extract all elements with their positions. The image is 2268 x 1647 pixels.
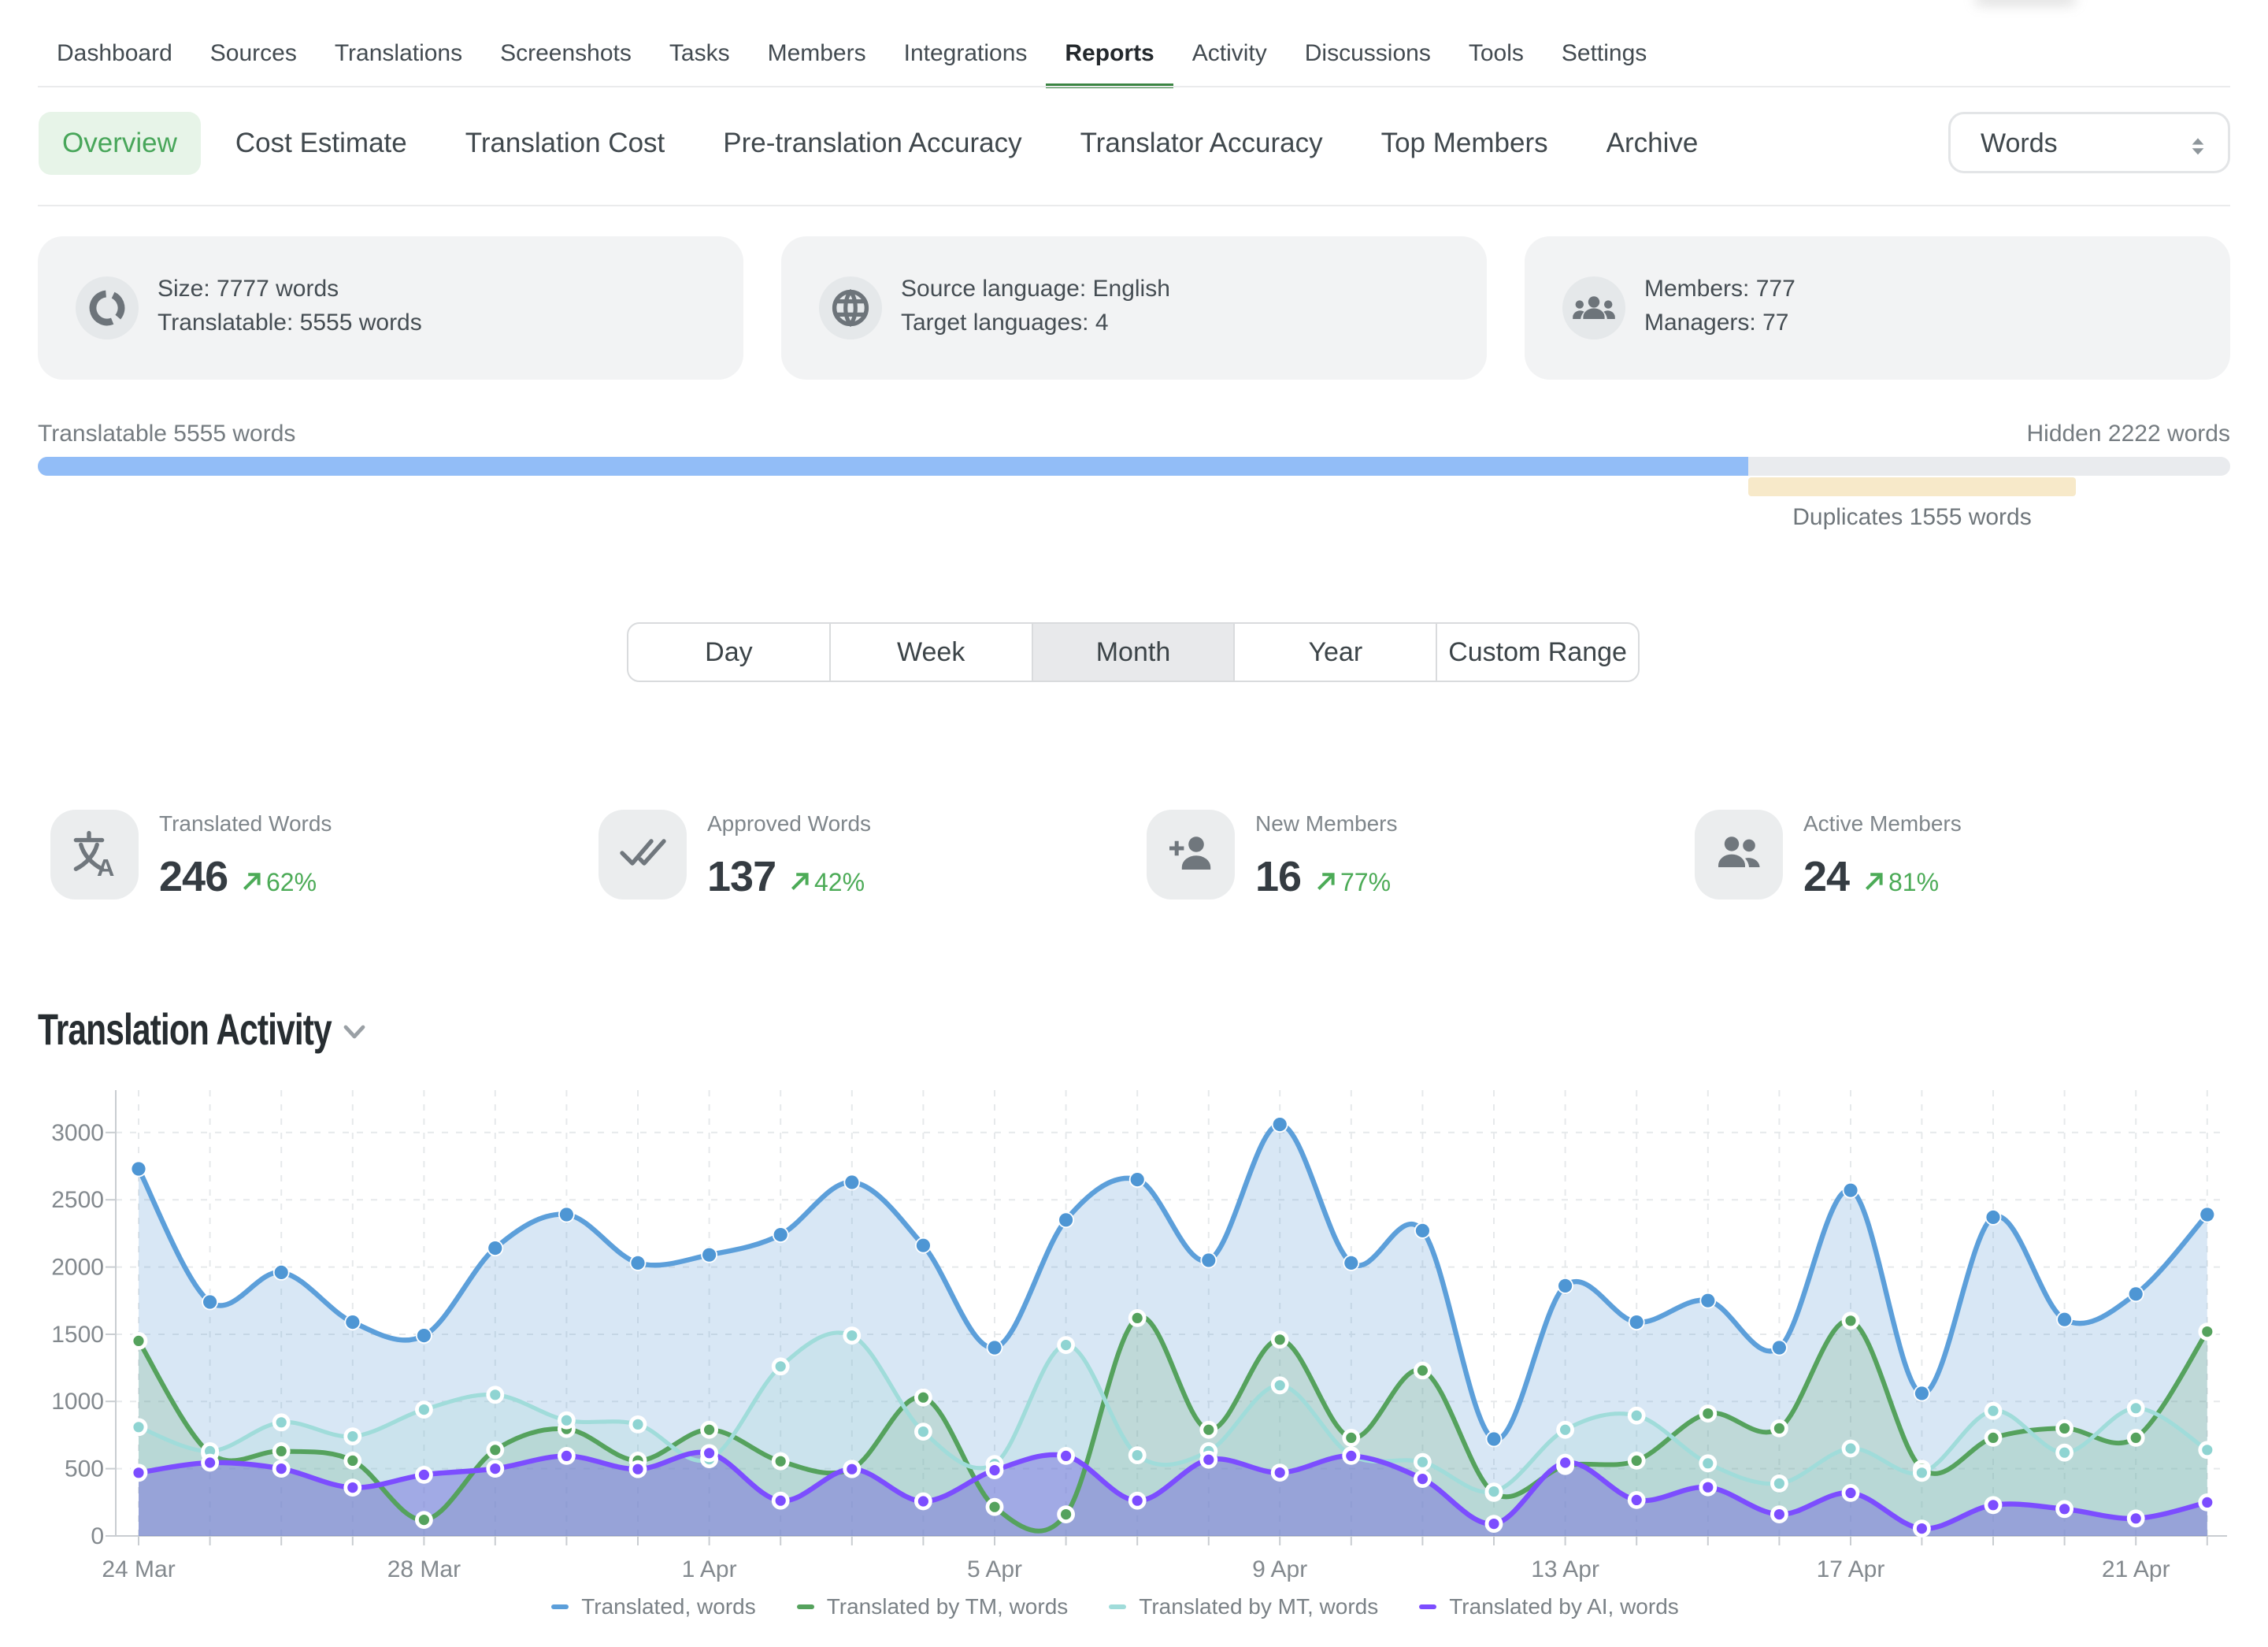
svg-text:2000: 2000 bbox=[51, 1255, 104, 1281]
svg-text:21 Apr: 21 Apr bbox=[2102, 1556, 2170, 1582]
svg-text:2500: 2500 bbox=[51, 1187, 104, 1213]
svg-text:13 Apr: 13 Apr bbox=[1531, 1556, 1599, 1582]
svg-text:24 Mar: 24 Mar bbox=[102, 1556, 175, 1582]
svg-text:9 Apr: 9 Apr bbox=[1252, 1556, 1307, 1582]
svg-text:17 Apr: 17 Apr bbox=[1817, 1556, 1885, 1582]
svg-text:0: 0 bbox=[91, 1523, 104, 1549]
svg-text:3000: 3000 bbox=[51, 1120, 104, 1146]
svg-text:500: 500 bbox=[65, 1456, 104, 1482]
svg-text:5 Apr: 5 Apr bbox=[967, 1556, 1022, 1582]
svg-text:1000: 1000 bbox=[51, 1389, 104, 1415]
svg-text:1500: 1500 bbox=[51, 1322, 104, 1348]
svg-text:28 Mar: 28 Mar bbox=[387, 1556, 461, 1582]
svg-text:A: A bbox=[97, 854, 114, 877]
svg-text:1 Apr: 1 Apr bbox=[682, 1556, 737, 1582]
